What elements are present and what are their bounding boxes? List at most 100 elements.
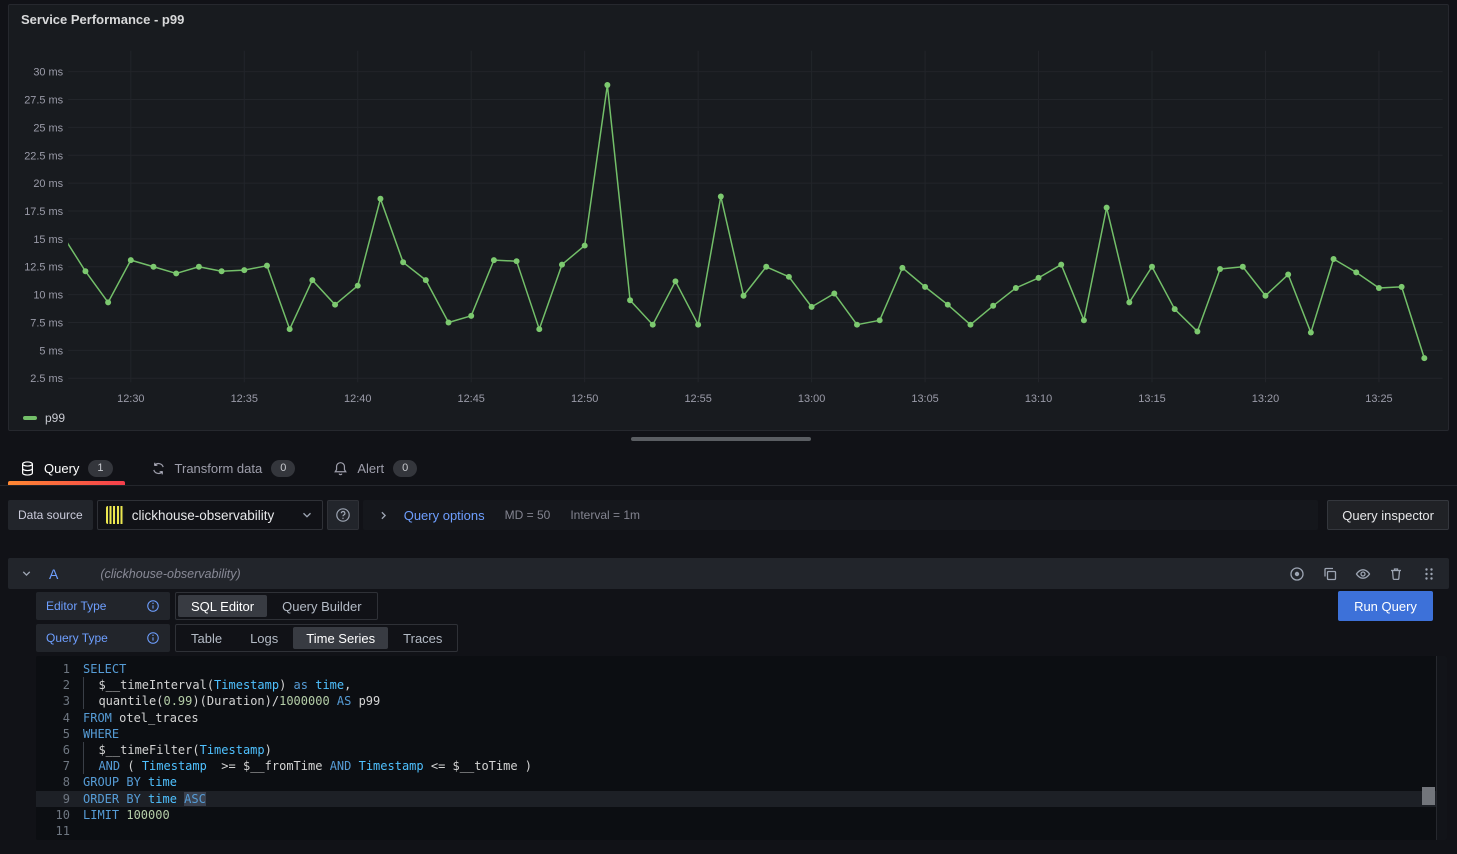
tab-alert[interactable]: Alert 0 xyxy=(321,451,429,485)
query-options-interval: Interval = 1m xyxy=(570,508,640,522)
sql-code-editor[interactable]: 1SELECT2 $__timeInterval(Timestamp) as t… xyxy=(36,656,1447,840)
svg-text:13:05: 13:05 xyxy=(911,393,938,405)
datasource-row: Data source clickhouse-observability Que… xyxy=(8,500,1449,530)
line-number: 4 xyxy=(36,710,70,726)
run-query-button[interactable]: Run Query xyxy=(1338,591,1433,621)
pane-resize-handle[interactable] xyxy=(631,437,811,441)
info-circle-icon xyxy=(146,599,160,613)
help-circle-icon xyxy=(335,507,351,523)
svg-text:13:25: 13:25 xyxy=(1365,393,1392,405)
query-options-bar: Query options MD = 50 Interval = 1m xyxy=(363,500,1319,530)
delete-query-trash-icon[interactable] xyxy=(1388,566,1404,582)
svg-text:30 ms: 30 ms xyxy=(33,67,63,79)
hide-response-eye-icon[interactable] xyxy=(1355,566,1371,582)
query-type-traces[interactable]: Traces xyxy=(390,627,455,649)
svg-text:12:55: 12:55 xyxy=(684,393,711,405)
editor-type-sql-editor[interactable]: SQL Editor xyxy=(178,595,267,617)
svg-text:12:45: 12:45 xyxy=(458,393,485,405)
datasource-help-button[interactable] xyxy=(327,500,359,530)
svg-text:17.5 ms: 17.5 ms xyxy=(24,206,63,218)
tab-transform-data[interactable]: Transform data 0 xyxy=(139,451,308,485)
legend-series-label[interactable]: p99 xyxy=(45,411,65,425)
query-options-link[interactable]: Query options xyxy=(404,508,485,523)
datasource-label: Data source xyxy=(8,500,93,530)
query-type-chip: Query Type xyxy=(36,624,170,652)
collapse-query-chevron-icon[interactable] xyxy=(20,567,33,580)
svg-text:5 ms: 5 ms xyxy=(39,345,63,357)
tab-alert-label: Alert xyxy=(357,461,384,476)
code-line-7[interactable]: 7 AND ( Timestamp >= $__fromTime AND Tim… xyxy=(36,758,1447,774)
editor-scrollbar-track[interactable] xyxy=(1436,656,1447,840)
query-type-radio-group: TableLogsTime SeriesTraces xyxy=(175,624,458,652)
tab-alert-count: 0 xyxy=(393,460,417,477)
code-line-9[interactable]: 9ORDER BY time ASC xyxy=(36,791,1447,807)
line-number: 8 xyxy=(36,774,70,790)
query-type-time-series[interactable]: Time Series xyxy=(293,627,388,649)
query-type-logs[interactable]: Logs xyxy=(237,627,291,649)
drag-query-grip-icon[interactable] xyxy=(1421,566,1437,582)
duplicate-query-icon[interactable] xyxy=(1322,566,1338,582)
line-number: 2 xyxy=(36,677,70,693)
line-number: 9 xyxy=(36,791,70,807)
query-datasource-hint: (clickhouse-observability) xyxy=(100,567,240,581)
transform-icon xyxy=(151,461,166,476)
legend-series-swatch xyxy=(23,416,37,420)
svg-text:13:15: 13:15 xyxy=(1138,393,1165,405)
svg-text:20 ms: 20 ms xyxy=(33,178,63,190)
svg-text:12:30: 12:30 xyxy=(117,393,144,405)
line-number: 1 xyxy=(36,661,70,677)
query-row-actions xyxy=(1289,566,1437,582)
query-options-md: MD = 50 xyxy=(505,508,551,522)
datasource-picker[interactable]: clickhouse-observability xyxy=(97,500,323,530)
chart-legend[interactable]: p99 xyxy=(23,411,65,425)
code-line-5[interactable]: 5WHERE xyxy=(36,726,1447,742)
svg-text:7.5 ms: 7.5 ms xyxy=(30,317,63,329)
code-line-2[interactable]: 2 $__timeInterval(Timestamp) as time, xyxy=(36,677,1447,693)
editor-type-query-builder[interactable]: Query Builder xyxy=(269,595,374,617)
code-line-6[interactable]: 6 $__timeFilter(Timestamp) xyxy=(36,742,1447,758)
tab-query-count: 1 xyxy=(88,460,112,477)
editor-scrollbar-thumb[interactable] xyxy=(1422,787,1435,805)
bell-icon xyxy=(333,461,348,476)
svg-text:12:35: 12:35 xyxy=(231,393,258,405)
tab-query[interactable]: Query 1 xyxy=(8,451,125,485)
svg-text:15 ms: 15 ms xyxy=(33,234,63,246)
timeseries-chart[interactable]: 2.5 ms5 ms7.5 ms10 ms12.5 ms15 ms17.5 ms… xyxy=(9,5,1448,430)
line-number: 5 xyxy=(36,726,70,742)
disable-query-icon[interactable] xyxy=(1289,566,1305,582)
editor-type-chip: Editor Type xyxy=(36,592,170,620)
code-line-3[interactable]: 3 quantile(0.99)(Duration)/1000000 AS p9… xyxy=(36,693,1447,709)
line-number: 7 xyxy=(36,758,70,774)
svg-text:12:40: 12:40 xyxy=(344,393,371,405)
line-number: 6 xyxy=(36,742,70,758)
code-line-8[interactable]: 8GROUP BY time xyxy=(36,774,1447,790)
query-ref-id[interactable]: A xyxy=(49,566,58,582)
line-number: 3 xyxy=(36,693,70,709)
tab-transform-label: Transform data xyxy=(175,461,263,476)
line-number: 10 xyxy=(36,807,70,823)
svg-text:13:10: 13:10 xyxy=(1025,393,1052,405)
svg-text:12.5 ms: 12.5 ms xyxy=(24,262,63,274)
timeseries-panel: Service Performance - p99 2.5 ms 5 ms 7.5 … xyxy=(8,4,1449,431)
svg-text:22.5 ms: 22.5 ms xyxy=(24,150,63,162)
svg-text:27.5 ms: 27.5 ms xyxy=(24,95,63,107)
code-line-10[interactable]: 10LIMIT 100000 xyxy=(36,807,1447,823)
code-line-4[interactable]: 4FROM otel_traces xyxy=(36,710,1447,726)
query-type-table[interactable]: Table xyxy=(178,627,235,649)
editor-tabbar: Query 1 Transform data 0 Alert 0 xyxy=(0,451,1457,486)
svg-text:12:50: 12:50 xyxy=(571,393,598,405)
database-icon xyxy=(20,461,35,476)
query-row-header: A (clickhouse-observability) xyxy=(8,558,1449,589)
code-line-11[interactable]: 11 xyxy=(36,823,1447,839)
line-number: 11 xyxy=(36,823,70,839)
code-line-1[interactable]: 1SELECT xyxy=(36,661,1447,677)
query-type-label: Query Type xyxy=(46,631,108,645)
svg-text:13:00: 13:00 xyxy=(798,393,825,405)
query-inspector-button[interactable]: Query inspector xyxy=(1327,500,1449,530)
clickhouse-logo-icon xyxy=(106,506,124,524)
panel-title: Service Performance - p99 xyxy=(21,12,184,27)
editor-type-radio-group: SQL EditorQuery Builder xyxy=(175,592,378,620)
chevron-down-icon xyxy=(300,508,314,522)
svg-text:2.5 ms: 2.5 ms xyxy=(30,373,63,385)
chevron-right-icon[interactable] xyxy=(377,509,390,522)
